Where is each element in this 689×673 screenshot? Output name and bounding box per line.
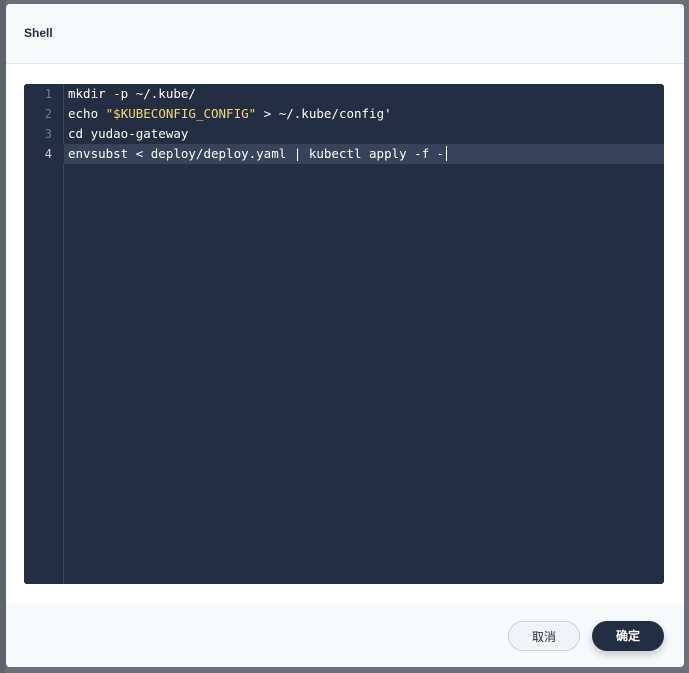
text-cursor [446,146,448,161]
editor-line[interactable]: 1 mkdir -p ~/.kube/ [24,84,664,104]
code-token: > ~/.kube/config' [256,106,392,121]
dialog-title: Shell [24,26,53,40]
dialog-body: 1 mkdir -p ~/.kube/ 2 echo "$KUBECONFIG_… [6,64,684,604]
dialog-footer: 取消 确定 [6,604,684,667]
shell-dialog: Shell 1 mkdir -p ~/.kube/ 2 echo "$KUBEC… [6,4,684,667]
line-code[interactable]: echo "$KUBECONFIG_CONFIG" > ~/.kube/conf… [68,104,392,124]
confirm-button[interactable]: 确定 [592,621,664,651]
code-editor[interactable]: 1 mkdir -p ~/.kube/ 2 echo "$KUBECONFIG_… [24,84,664,584]
dialog-header: Shell [6,4,684,64]
line-number: 3 [44,127,52,141]
editor-line-active[interactable]: 4 envsubst < deploy/deploy.yaml | kubect… [24,144,664,164]
line-number: 1 [44,87,52,101]
code-token: envsubst < deploy/deploy.yaml | kubectl … [68,146,445,161]
line-number: 4 [24,144,64,164]
string-token: "$KUBECONFIG_CONFIG" [105,106,257,121]
line-number: 2 [44,107,52,121]
editor-line[interactable]: 2 echo "$KUBECONFIG_CONFIG" > ~/.kube/co… [24,104,664,124]
code-token: echo [68,106,106,121]
cancel-button[interactable]: 取消 [508,621,580,651]
line-code[interactable]: mkdir -p ~/.kube/ [68,84,196,104]
editor-line[interactable]: 3 cd yudao-gateway [24,124,664,144]
line-code[interactable]: cd yudao-gateway [68,124,188,144]
line-code[interactable]: envsubst < deploy/deploy.yaml | kubectl … [68,144,448,164]
